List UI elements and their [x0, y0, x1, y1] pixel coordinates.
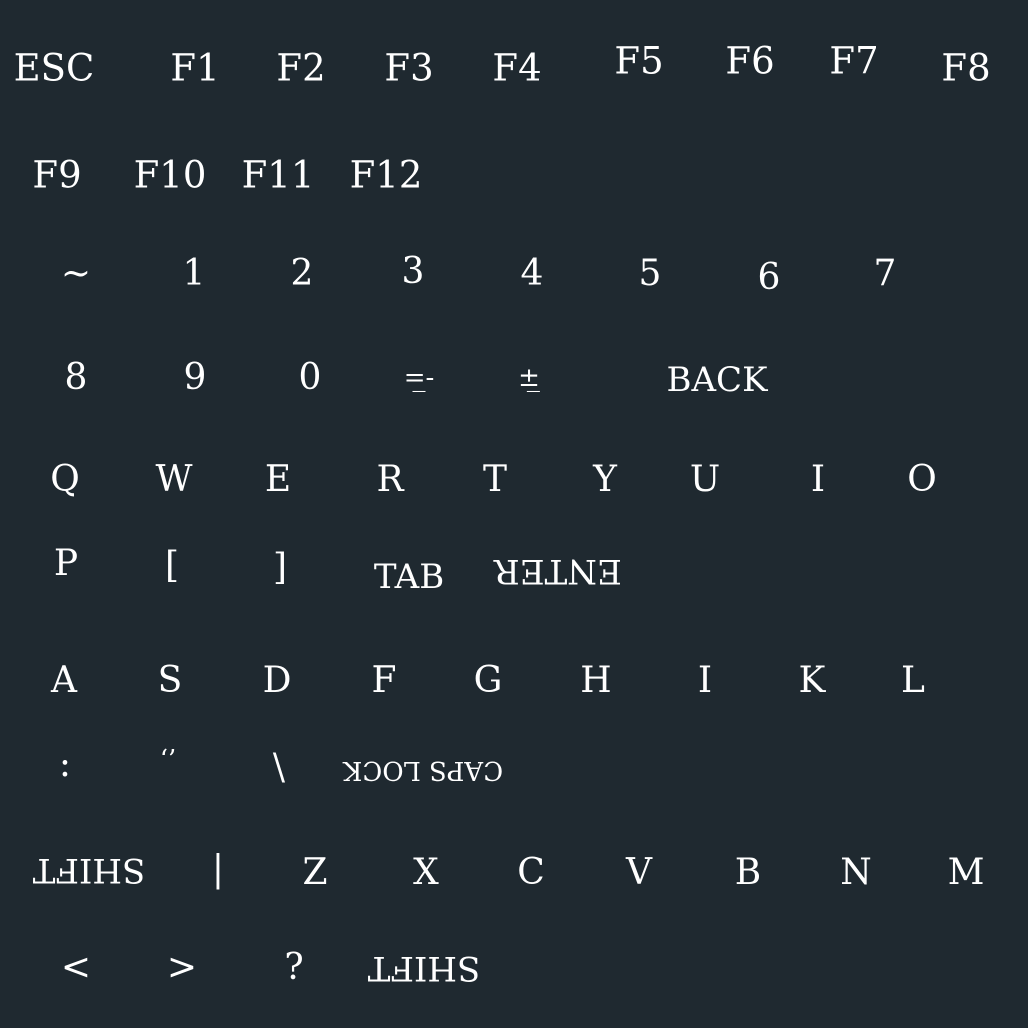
key-z[interactable]: Z [302, 855, 327, 891]
key-d[interactable]: D [263, 663, 292, 699]
key-f9[interactable]: F9 [32, 157, 81, 194]
key-f5[interactable]: F5 [614, 43, 663, 80]
key-v[interactable]: V [626, 855, 652, 891]
key-m[interactable]: M [948, 855, 985, 891]
key-y[interactable]: Y [593, 462, 617, 498]
key-right-bracket[interactable]: ] [273, 550, 287, 586]
key-f12[interactable]: F12 [350, 157, 423, 194]
key-question[interactable]: ? [284, 950, 303, 986]
key-n[interactable]: N [840, 855, 872, 891]
key-k[interactable]: K [799, 663, 826, 699]
key-quote[interactable]: ‘’ [160, 747, 177, 773]
key-e[interactable]: E [265, 462, 291, 498]
key-f2[interactable]: F2 [276, 50, 325, 87]
key-2[interactable]: 2 [291, 256, 314, 292]
key-shift-left[interactable]: SHIFT [33, 850, 146, 890]
key-3[interactable]: 3 [402, 254, 425, 290]
key-x[interactable]: X [413, 855, 439, 891]
key-o[interactable]: O [907, 462, 937, 498]
key-plus[interactable]: ±̲ [518, 365, 540, 391]
key-f7[interactable]: F7 [829, 43, 878, 80]
key-4[interactable]: 4 [521, 256, 544, 292]
key-greater-than[interactable]: > [167, 950, 197, 986]
key-esc[interactable]: ESC [14, 50, 95, 87]
key-1[interactable]: 1 [183, 256, 206, 292]
key-5[interactable]: 5 [639, 256, 662, 292]
key-f[interactable]: F [372, 663, 397, 699]
key-enter[interactable]: ENTER [494, 551, 622, 591]
key-tab[interactable]: TAB [374, 560, 444, 594]
key-f6[interactable]: F6 [725, 43, 774, 80]
key-q[interactable]: Q [50, 462, 80, 498]
key-6[interactable]: 6 [758, 260, 781, 296]
key-g[interactable]: G [474, 663, 503, 699]
key-u[interactable]: U [690, 462, 720, 498]
key-t[interactable]: T [483, 462, 507, 498]
key-less-than[interactable]: < [61, 950, 91, 986]
key-back[interactable]: BACK [667, 363, 768, 397]
key-p[interactable]: P [54, 546, 78, 582]
key-caps-lock[interactable]: CAPS LOCK [343, 755, 503, 785]
key-w[interactable]: W [155, 462, 192, 498]
key-r[interactable]: R [376, 462, 403, 498]
key-h[interactable]: H [580, 663, 611, 699]
key-f8[interactable]: F8 [941, 50, 990, 87]
key-pipe[interactable]: | [212, 852, 224, 888]
key-f3[interactable]: F3 [384, 50, 433, 87]
key-0[interactable]: 0 [299, 360, 322, 396]
key-i[interactable]: I [811, 462, 825, 498]
key-colon[interactable]: : [59, 747, 71, 783]
keyboard-board: ESC F1 F2 F3 F4 F5 F6 F7 F8 F9 F10 F11 F… [0, 0, 1028, 1028]
key-left-bracket[interactable]: [ [165, 548, 179, 584]
key-c[interactable]: C [517, 855, 545, 891]
key-b[interactable]: B [735, 855, 761, 891]
key-8[interactable]: 8 [65, 360, 88, 396]
key-f10[interactable]: F10 [134, 157, 207, 194]
key-7[interactable]: 7 [874, 256, 897, 292]
key-backslash[interactable]: \ [273, 750, 285, 786]
key-f1[interactable]: F1 [170, 50, 219, 87]
key-f11[interactable]: F11 [242, 157, 315, 194]
key-9[interactable]: 9 [184, 360, 207, 396]
key-shift-right[interactable]: SHIFT [368, 948, 481, 988]
key-a[interactable]: A [51, 663, 77, 699]
key-tilde[interactable]: ~ [61, 256, 91, 292]
key-j[interactable]: I [698, 663, 712, 699]
key-minus[interactable]: =̲- [404, 365, 435, 391]
key-f4[interactable]: F4 [492, 50, 541, 87]
key-l[interactable]: L [901, 663, 925, 699]
key-s[interactable]: S [158, 663, 183, 699]
